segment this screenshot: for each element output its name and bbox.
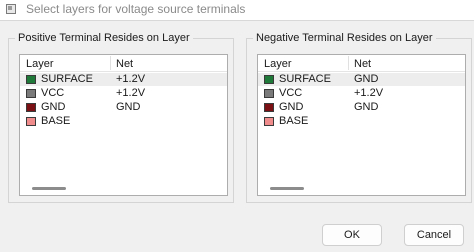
list-item[interactable]: BASE — [20, 115, 227, 128]
layer-color-swatch — [264, 117, 274, 126]
column-header-net[interactable]: Net — [116, 58, 133, 70]
net-name: GND — [116, 101, 141, 113]
list-item[interactable]: GND GND — [20, 101, 227, 114]
horizontal-scrollbar[interactable] — [270, 187, 304, 190]
title-bar: Select layers for voltage source termina… — [0, 0, 474, 21]
list-item[interactable]: GND GND — [258, 101, 465, 114]
column-header-net[interactable]: Net — [354, 58, 371, 70]
layer-name: GND — [279, 101, 304, 113]
layer-color-swatch — [26, 89, 36, 98]
window-title: Select layers for voltage source termina… — [26, 2, 246, 16]
net-name: +1.2V — [116, 87, 146, 99]
negative-layer-list[interactable]: Layer Net SURFACE GND VCC +1.2V GND GND BASE — [257, 54, 466, 196]
layer-name: VCC — [41, 87, 65, 99]
layer-name: VCC — [279, 87, 303, 99]
positive-layer-list[interactable]: Layer Net SURFACE +1.2V VCC +1.2V GND GND BASE — [19, 54, 228, 196]
column-header-layer[interactable]: Layer — [264, 58, 292, 70]
net-name: +1.2V — [354, 87, 384, 99]
layer-name: BASE — [279, 115, 309, 127]
positive-group-title: Positive Terminal Resides on Layer — [15, 32, 193, 44]
layer-name: SURFACE — [41, 73, 93, 85]
layer-name: SURFACE — [279, 73, 331, 85]
list-item[interactable]: SURFACE GND — [258, 73, 465, 86]
column-header-layer[interactable]: Layer — [26, 58, 54, 70]
ok-button[interactable]: OK — [322, 224, 382, 246]
layer-color-swatch — [26, 103, 36, 112]
column-separator[interactable] — [110, 56, 111, 70]
negative-terminal-group: Negative Terminal Resides on Layer Layer… — [246, 32, 472, 203]
positive-terminal-group: Positive Terminal Resides on Layer Layer… — [8, 32, 234, 203]
net-name: +1.2V — [116, 73, 146, 85]
horizontal-scrollbar[interactable] — [32, 187, 66, 190]
column-separator[interactable] — [348, 56, 349, 70]
cancel-button[interactable]: Cancel — [404, 224, 464, 246]
layer-color-swatch — [26, 117, 36, 126]
list-item[interactable]: VCC +1.2V — [258, 87, 465, 100]
layer-color-swatch — [264, 103, 274, 112]
window-icon — [6, 4, 16, 14]
list-item[interactable]: VCC +1.2V — [20, 87, 227, 100]
layer-color-swatch — [264, 75, 274, 84]
list-header: Layer Net — [258, 55, 465, 72]
layer-name: GND — [41, 101, 66, 113]
layer-color-swatch — [264, 89, 274, 98]
list-item[interactable]: SURFACE +1.2V — [20, 73, 227, 86]
negative-group-title: Negative Terminal Resides on Layer — [253, 32, 436, 44]
net-name: GND — [354, 73, 379, 85]
layer-name: BASE — [41, 115, 71, 127]
list-header: Layer Net — [20, 55, 227, 72]
layer-color-swatch — [26, 75, 36, 84]
net-name: GND — [354, 101, 379, 113]
list-item[interactable]: BASE — [258, 115, 465, 128]
